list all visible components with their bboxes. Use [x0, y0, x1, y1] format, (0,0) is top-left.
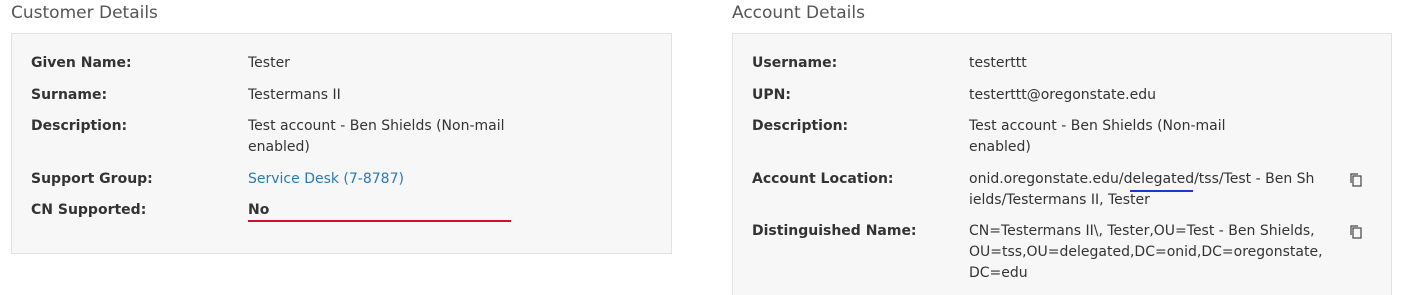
copy-icon[interactable]	[1348, 224, 1364, 240]
location-line: onid.oregonstate.edu/delegated/tss/Test …	[969, 171, 1315, 187]
username-value: testerttt	[969, 55, 1027, 71]
given-name-value: Tester	[248, 55, 290, 71]
distinguished-name-label: Distinguished Name:	[752, 223, 917, 239]
description-line: enabled)	[969, 139, 1031, 155]
account-details-panel: Username: testerttt UPN: testerttt@orego…	[732, 33, 1392, 295]
account-details-title: Account Details	[732, 3, 865, 23]
account-details-section: Account Details Username: testerttt UPN:…	[732, 0, 1392, 295]
cn-supported-label: CN Supported:	[31, 202, 147, 218]
support-group-link[interactable]: Service Desk (7-8787)	[248, 169, 404, 190]
account-description-value: Test account - Ben Shields (Non-mail ena…	[969, 116, 1269, 158]
customer-details-section: Customer Details Given Name: Tester Surn…	[11, 0, 672, 289]
support-group-label: Support Group:	[31, 171, 153, 187]
customer-details-panel: Given Name: Tester Surname: Testermans I…	[11, 33, 672, 254]
surname-label: Surname:	[31, 87, 108, 103]
description-value: Test account - Ben Shields (Non-mail ena…	[248, 116, 548, 158]
surname-value: Testermans II	[248, 87, 341, 103]
upn-label: UPN:	[752, 87, 791, 103]
account-location-label: Account Location:	[752, 171, 894, 187]
account-description-label: Description:	[752, 118, 849, 134]
cn-supported-underline	[248, 220, 511, 222]
location-line: ields/Testermans II, Tester	[969, 192, 1150, 208]
delegated-underline	[1130, 190, 1193, 192]
distinguished-name-value: CN=Testermans II\, Tester,OU=Test - Ben …	[969, 221, 1329, 284]
given-name-label: Given Name:	[31, 55, 132, 71]
upn-value: testerttt@oregonstate.edu	[969, 87, 1156, 103]
description-line: enabled)	[248, 139, 310, 155]
dn-line: CN=Testermans II\, Tester,OU=Test - Ben …	[969, 223, 1315, 239]
username-label: Username:	[752, 55, 838, 71]
description-line: Test account - Ben Shields (Non-mail	[969, 118, 1226, 134]
copy-icon[interactable]	[1348, 172, 1364, 188]
dn-line: OU=tss,OU=delegated,DC=onid,DC=oregonsta…	[969, 244, 1323, 260]
cn-supported-value: No	[248, 202, 270, 218]
description-line: Test account - Ben Shields (Non-mail	[248, 118, 505, 134]
description-label: Description:	[31, 118, 128, 134]
dn-line: DC=edu	[969, 265, 1028, 281]
customer-details-title: Customer Details	[11, 3, 158, 23]
